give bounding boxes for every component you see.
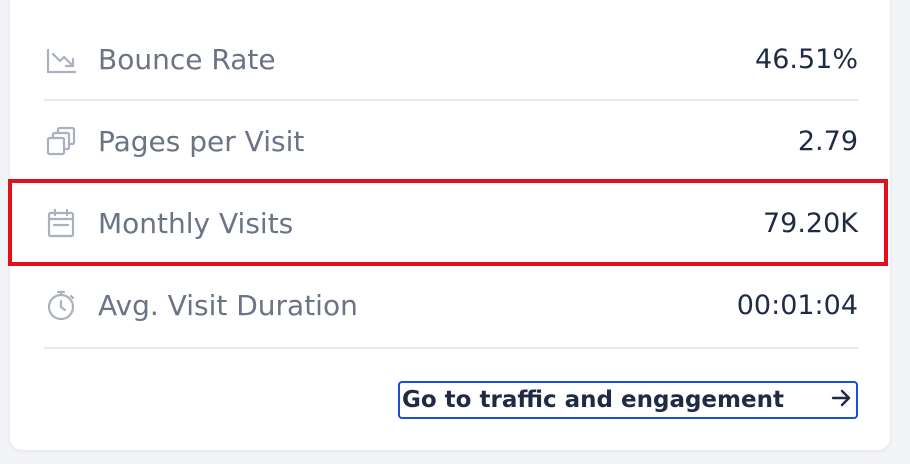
metric-label: Avg. Visit Duration [98,288,358,322]
trend-down-icon [44,42,78,76]
link-label: Go to traffic and engagement [402,387,784,413]
metric-row-bounce-rate: Bounce Rate 46.51% [44,18,858,100]
metric-value: 00:01:04 [736,289,858,321]
metric-label: Pages per Visit [98,124,305,158]
traffic-engagement-link[interactable]: Go to traffic and engagement [398,381,858,419]
stopwatch-icon [44,288,78,322]
metric-value: 2.79 [797,125,858,157]
metric-value: 46.51% [755,43,858,75]
pages-icon [44,124,78,158]
metric-row-avg-visit-duration: Avg. Visit Duration 00:01:04 [44,264,858,346]
metric-label: Bounce Rate [98,42,276,76]
highlight-box [8,179,888,266]
divider [44,347,858,349]
metric-row-pages-per-visit: Pages per Visit 2.79 [44,100,858,182]
arrow-right-icon [830,387,852,413]
